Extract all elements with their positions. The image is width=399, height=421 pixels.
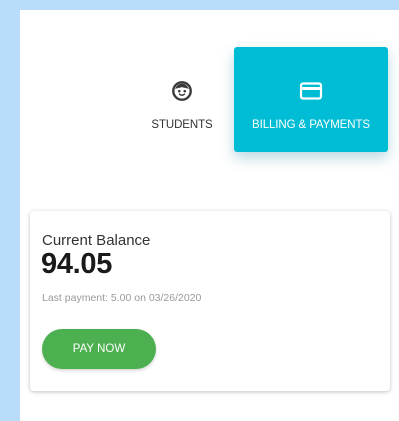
tab-students[interactable]: STUDENTS <box>138 47 226 152</box>
tab-billing-payments-label: BILLING & PAYMENTS <box>252 119 370 131</box>
tab-billing-payments[interactable]: BILLING & PAYMENTS <box>234 47 388 152</box>
credit-card-icon <box>298 78 324 104</box>
current-balance-card: Current Balance 94.05 Last payment: 5.00… <box>30 211 390 391</box>
balance-title: Current Balance <box>42 232 151 249</box>
tab-students-label: STUDENTS <box>151 119 213 131</box>
child-face-icon <box>169 78 195 104</box>
balance-amount: 94.05 <box>41 248 113 280</box>
last-payment-text: Last payment: 5.00 on 03/26/2020 <box>42 292 202 304</box>
pay-now-button[interactable]: PAY NOW <box>42 329 156 369</box>
